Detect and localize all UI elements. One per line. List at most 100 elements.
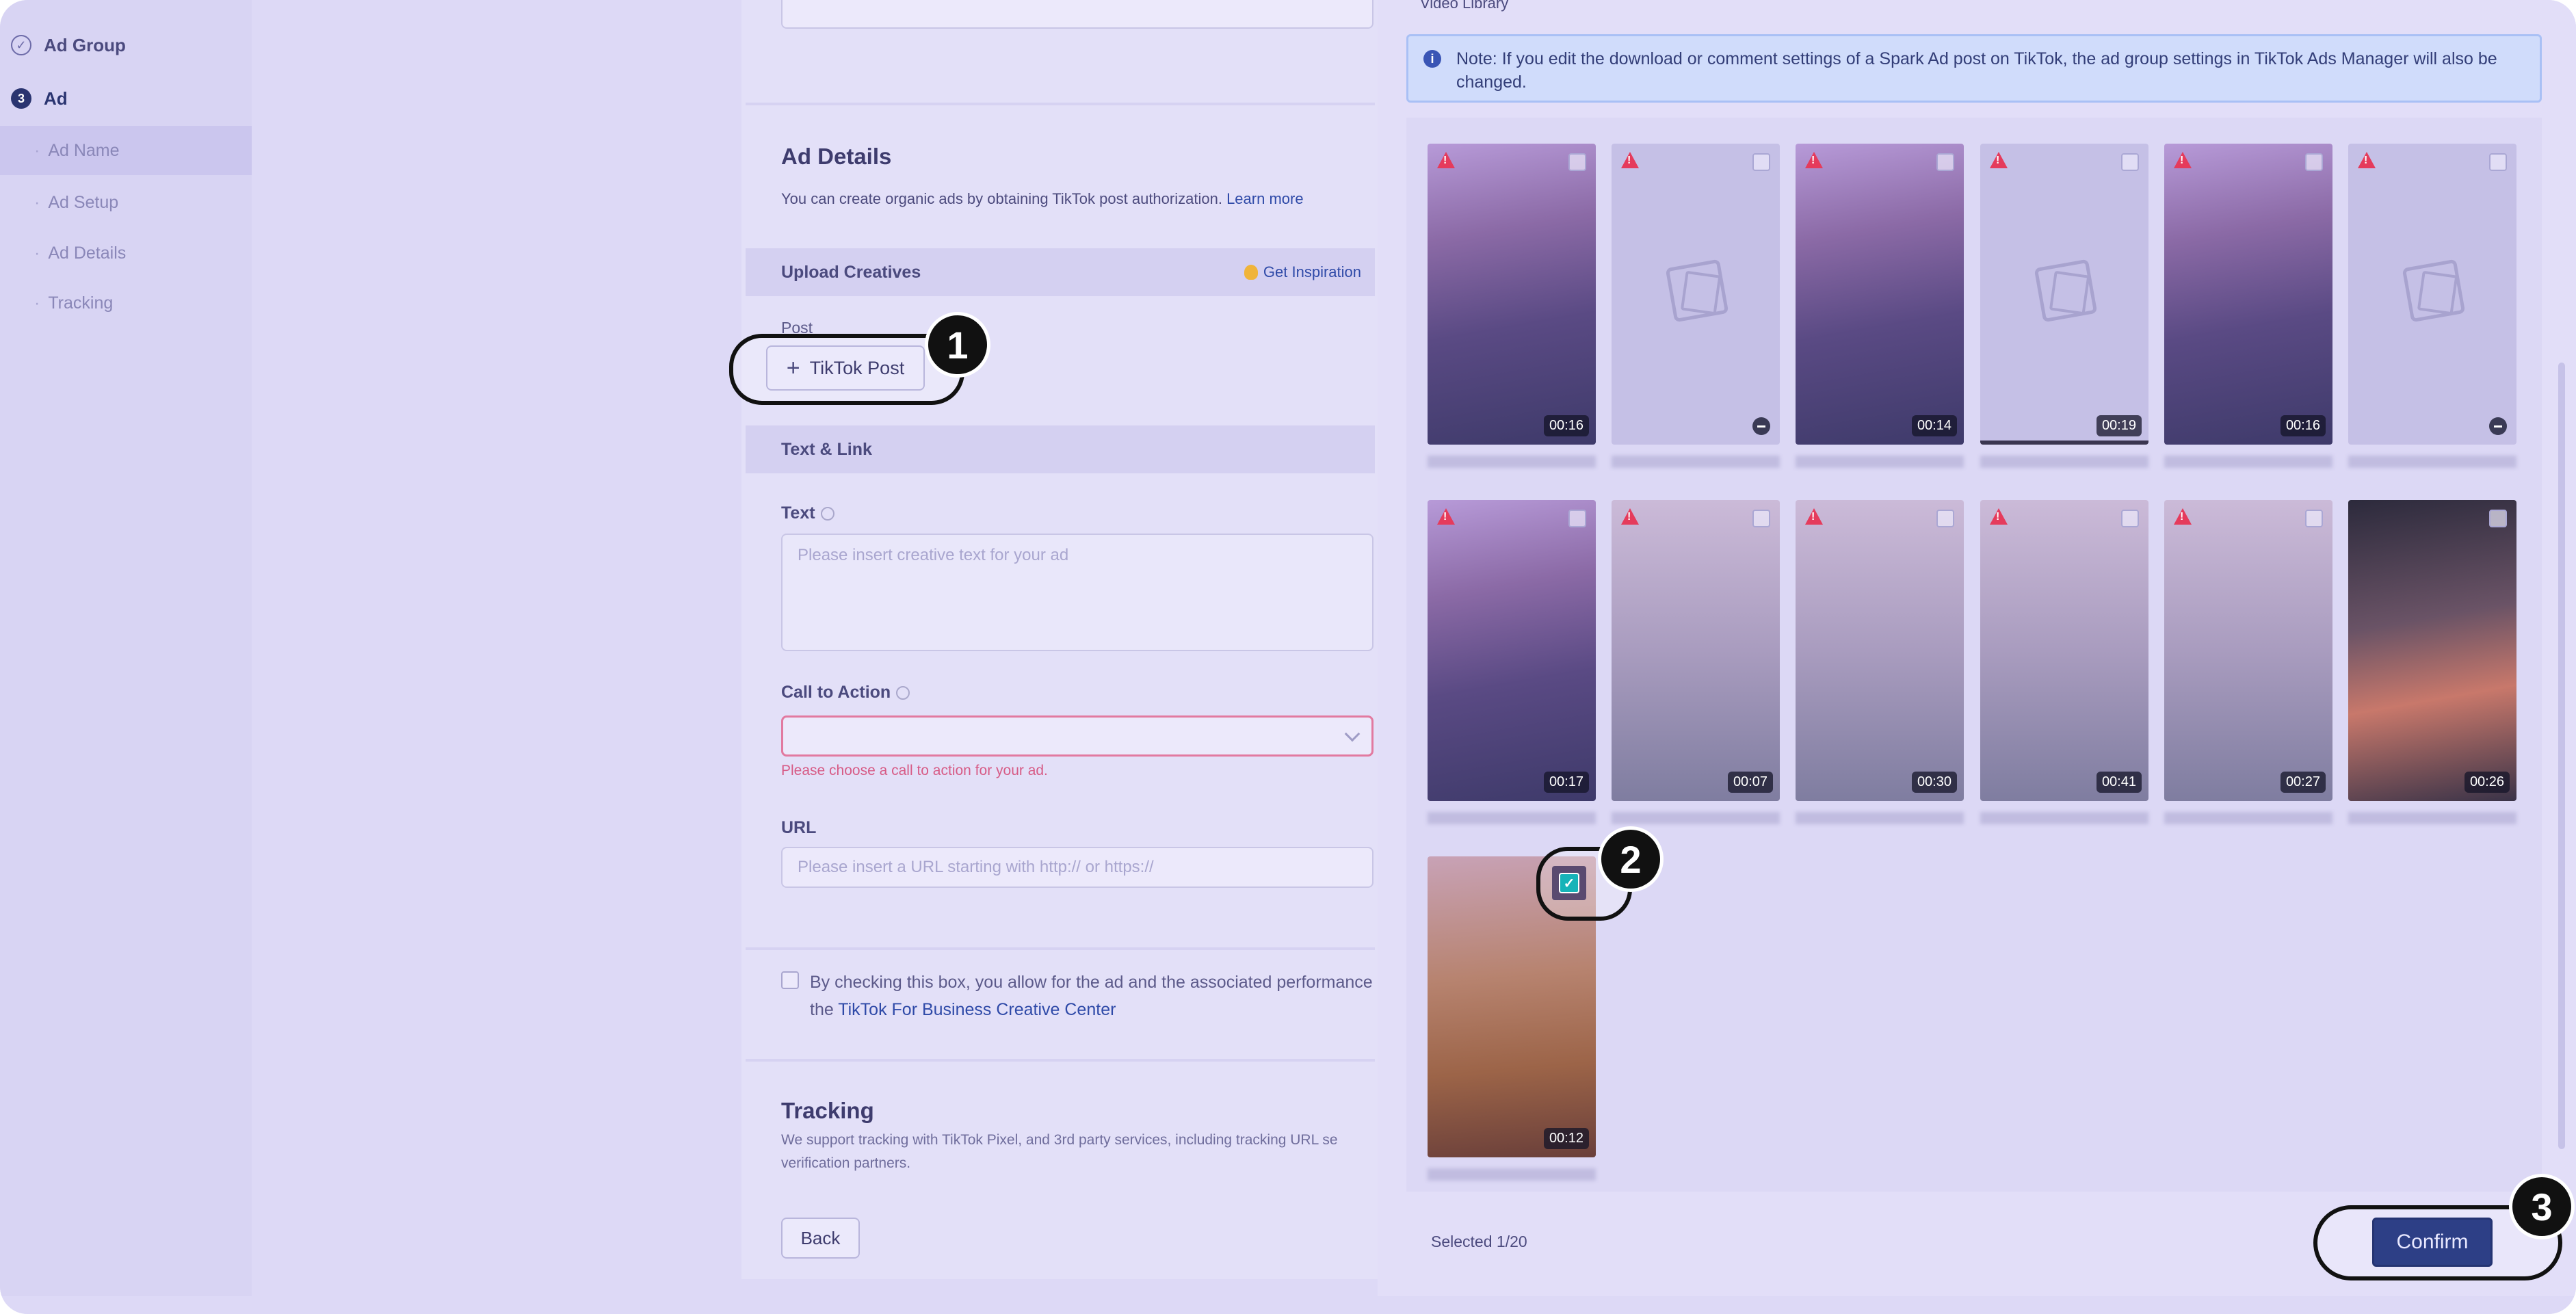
tiktok-post-button[interactable]: + TikTok Post bbox=[766, 345, 925, 391]
app-frame: ✓ Ad Group 3 Ad Ad Name Ad Setup Ad Deta… bbox=[0, 0, 2576, 1314]
consent-checkbox[interactable] bbox=[781, 971, 799, 989]
url-input[interactable]: Please insert a URL starting with http:/… bbox=[781, 847, 1374, 888]
video-select-checkbox[interactable] bbox=[2121, 510, 2139, 527]
video-duration: 00:16 bbox=[1543, 415, 1589, 436]
sidebar-substep-ad-setup[interactable]: Ad Setup bbox=[0, 189, 252, 216]
video-placeholder-icon bbox=[2402, 259, 2466, 323]
get-inspiration-link[interactable]: Get Inspiration bbox=[1244, 263, 1361, 281]
video-thumbnail[interactable]: ! 00:16 bbox=[2164, 144, 2332, 445]
back-button[interactable]: Back bbox=[781, 1218, 860, 1259]
consent-text: By checking this box, you allow for the … bbox=[810, 969, 1378, 1023]
creative-center-link[interactable]: TikTok For Business Creative Center bbox=[838, 1000, 1116, 1019]
video-select-checkbox[interactable] bbox=[2489, 510, 2507, 527]
drawer-scrollbar[interactable] bbox=[2558, 363, 2565, 1149]
video-thumbnail[interactable]: ! bbox=[1612, 144, 1780, 445]
video-thumbnail[interactable]: 00:26 bbox=[2348, 500, 2516, 801]
video-thumbnail[interactable]: ! 00:07 bbox=[1612, 500, 1780, 801]
upload-creatives-header: Upload Creatives Get Inspiration bbox=[746, 248, 1375, 296]
video-selected-checkbox[interactable]: ✓ bbox=[1559, 873, 1579, 893]
video-thumbnail[interactable]: ! 00:27 bbox=[2164, 500, 2332, 801]
video-caption-blurred bbox=[2164, 812, 2332, 824]
consent-line-1: By checking this box, you allow for the … bbox=[810, 973, 1373, 992]
video-select-checkbox[interactable] bbox=[2305, 510, 2323, 527]
video-duration: 00:14 bbox=[1911, 415, 1957, 436]
video-duration: 00:17 bbox=[1543, 772, 1589, 793]
consent-line-2: the TikTok For Business Creative Center bbox=[810, 996, 1378, 1023]
check-icon: ✓ bbox=[11, 35, 31, 55]
top-input-field[interactable] bbox=[781, 0, 1374, 29]
video-select-checkbox[interactable] bbox=[2489, 153, 2507, 171]
video-caption-blurred bbox=[2348, 456, 2516, 468]
cta-label-text: Call to Action bbox=[781, 683, 891, 702]
video-select-checkbox[interactable] bbox=[1568, 510, 1586, 527]
upload-creatives-title: Upload Creatives bbox=[781, 262, 921, 282]
sidebar-step-ad[interactable]: 3 Ad bbox=[0, 85, 252, 112]
sidebar-step-label: Ad bbox=[44, 88, 68, 109]
warning-icon-mark: ! bbox=[1996, 511, 2000, 523]
plus-icon: + bbox=[786, 354, 800, 381]
video-caption-blurred bbox=[1980, 812, 2148, 824]
video-select-checkbox[interactable] bbox=[1568, 153, 1586, 171]
warning-icon-mark: ! bbox=[1627, 511, 1631, 523]
video-thumbnail[interactable]: ! 00:14 bbox=[1796, 144, 1964, 445]
warning-icon-mark: ! bbox=[1627, 155, 1631, 166]
lightbulb-icon bbox=[1244, 265, 1258, 280]
sidebar-substep-ad-name[interactable]: Ad Name bbox=[0, 126, 252, 175]
video-thumbnail[interactable]: ! 00:41 bbox=[1980, 500, 2148, 801]
warning-icon-mark: ! bbox=[1443, 511, 1447, 523]
video-caption-blurred bbox=[1428, 456, 1596, 468]
tracking-description: We support tracking with TikTok Pixel, a… bbox=[781, 1129, 1376, 1175]
warning-icon-mark: ! bbox=[2180, 155, 2184, 166]
call-to-action-select[interactable] bbox=[781, 715, 1374, 757]
video-select-checkbox[interactable] bbox=[2121, 153, 2139, 171]
video-select-checkbox[interactable] bbox=[2305, 153, 2323, 171]
video-placeholder-icon bbox=[1665, 259, 1729, 323]
video-select-checkbox[interactable] bbox=[1936, 153, 1954, 171]
ad-text-input[interactable]: Please insert creative text for your ad bbox=[781, 534, 1374, 651]
progress-line bbox=[1980, 441, 2148, 445]
learn-more-link[interactable]: Learn more bbox=[1226, 190, 1304, 207]
video-caption-blurred bbox=[2164, 456, 2332, 468]
confirm-button[interactable]: Confirm bbox=[2372, 1218, 2493, 1267]
video-thumbnail[interactable]: ! 00:16 bbox=[1428, 144, 1596, 445]
video-thumbnail[interactable]: ! bbox=[2348, 144, 2516, 445]
callout-badge-1: 1 bbox=[925, 312, 990, 378]
video-duration: 00:16 bbox=[2280, 415, 2326, 436]
warning-icon-mark: ! bbox=[1811, 511, 1815, 523]
video-thumbnail[interactable]: ! 00:19 bbox=[1980, 144, 2148, 445]
cta-error-message: Please choose a call to action for your … bbox=[781, 763, 1048, 778]
video-duration: 00:07 bbox=[1727, 772, 1773, 793]
video-duration: 00:19 bbox=[2096, 415, 2142, 436]
sidebar-step-ad-group[interactable]: ✓ Ad Group bbox=[0, 31, 252, 59]
video-duration: 00:12 bbox=[1543, 1128, 1589, 1149]
tracking-line-1: We support tracking with TikTok Pixel, a… bbox=[781, 1132, 1338, 1148]
warning-icon-mark: ! bbox=[2180, 511, 2184, 523]
video-duration: 00:30 bbox=[1911, 772, 1957, 793]
ad-details-title: Ad Details bbox=[781, 144, 892, 169]
sidebar-substep-tracking[interactable]: Tracking bbox=[0, 289, 252, 317]
warning-icon-mark: ! bbox=[1811, 155, 1815, 166]
text-link-title: Text & Link bbox=[781, 439, 872, 459]
help-icon[interactable] bbox=[896, 686, 910, 700]
sidebar-step-label: Ad Group bbox=[44, 34, 126, 55]
video-select-checkbox[interactable] bbox=[1936, 510, 1954, 527]
help-icon[interactable] bbox=[820, 507, 834, 521]
get-inspiration-label: Get Inspiration bbox=[1263, 263, 1361, 280]
video-select-checkbox[interactable] bbox=[1752, 510, 1770, 527]
callout-badge-2: 2 bbox=[1598, 826, 1664, 892]
sidebar-substep-ad-details[interactable]: Ad Details bbox=[0, 239, 252, 267]
sidebar-substep-label: Ad Name bbox=[0, 141, 119, 161]
video-caption-blurred bbox=[1612, 456, 1780, 468]
steps-sidebar: ✓ Ad Group 3 Ad Ad Name Ad Setup Ad Deta… bbox=[0, 0, 252, 1296]
warning-icon-mark: ! bbox=[1443, 155, 1447, 166]
spark-ad-note: i Note: If you edit the download or comm… bbox=[1406, 34, 2542, 103]
video-caption-blurred bbox=[1428, 812, 1596, 824]
drawer-title: Video Library bbox=[1420, 0, 1509, 12]
video-thumbnail[interactable]: ! 00:30 bbox=[1796, 500, 1964, 801]
consent-prefix: the bbox=[810, 1000, 834, 1019]
video-thumbnail[interactable]: ! 00:17 bbox=[1428, 500, 1596, 801]
video-select-checkbox[interactable] bbox=[1752, 153, 1770, 171]
ad-details-description: You can create organic ads by obtaining … bbox=[781, 190, 1304, 208]
sidebar-substep-label: Ad Details bbox=[0, 244, 126, 263]
video-caption-blurred bbox=[1612, 812, 1780, 824]
